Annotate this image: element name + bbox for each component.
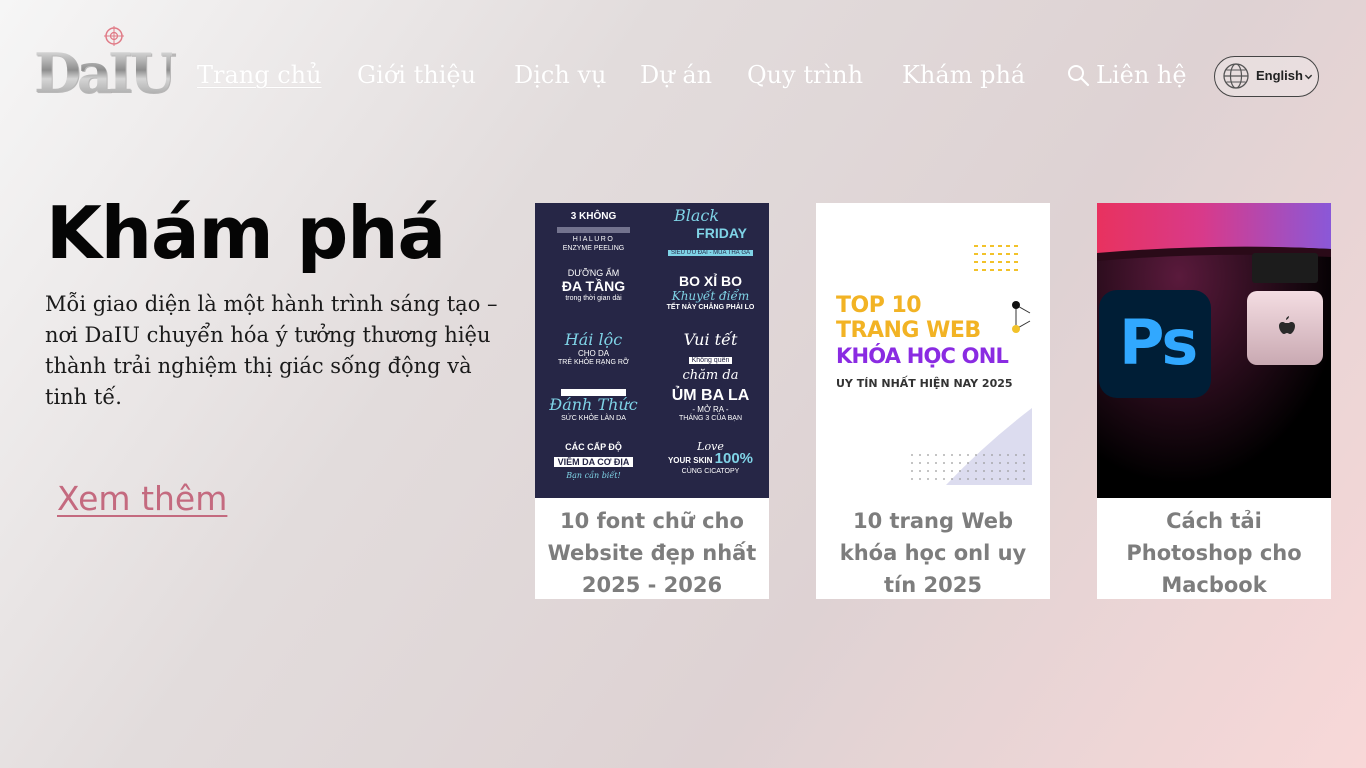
thumb-cell: CÁC CẤP ĐỘ VIÊM DA CƠ ĐỊA Bạn cần biết! [535,443,652,498]
wave-decoration [911,408,1032,485]
card-thumbnail-fonts: 3 KHÔNG HIALURO ENZYME PEELING DƯỠNG ẨM … [535,203,769,498]
thumb-text: TRẺ KHỎE RẠNG RỠ [558,359,629,366]
thumb-cell: Đánh Thức SỨC KHỎE LÀN DA [535,389,652,448]
thumb-cell: BO XỈ BO Khuyết điểm TẾT NÀY CHẲNG PHẢI … [652,273,769,332]
explore-card-courses[interactable]: TOP 10 TRANG WEB KHÓA HỌC ONL UY TÍN NHẤ… [816,203,1050,599]
card-caption: 10 trang Web khóa học onl uy tín 2025 [839,509,1027,597]
thumb-text: ĐA TẦNG [561,278,626,294]
chevron-down-icon [1304,74,1313,80]
thumb-text: FRIDAY [696,225,747,241]
thumb-text: chăm da [682,368,739,383]
nav-item-process[interactable]: Quy trình [747,58,863,92]
thumb-text: trong thời gian dài [565,295,622,302]
photoshop-app-icon: Ps [1099,290,1211,398]
nav-item-about[interactable]: Giới thiệu [357,58,476,92]
dots-decoration [974,245,1018,271]
explore-card-fonts[interactable]: 3 KHÔNG HIALURO ENZYME PEELING DƯỠNG ẨM … [535,203,769,599]
thumb-text: BO XỈ BO [678,273,742,289]
molecule-decoration [1012,301,1031,333]
thumb-cell: Black FRIDAY SIÊU ƯU ĐÃI - MUA THẢ GA [652,207,769,266]
see-more-link[interactable]: Xem thêm [57,478,227,520]
thumb-text: SỨC KHỎE LÀN DA [561,415,626,422]
thumb-text: - MỞ RA - [692,405,729,414]
thumb-cell: Hái lộc CHO DA TRẺ KHỎE RẠNG RỠ [535,331,652,390]
thumb-text: Vui tết [683,330,738,349]
card-caption: 10 font chữ cho Website đẹp nhất 2025 - … [547,509,757,597]
thumb-text: Bạn cần biết! [566,471,621,480]
thumb-text: 100% [714,450,754,467]
thumb-text: ỦM BA LA [671,387,750,404]
nav-item-projects[interactable]: Dự án [640,58,712,92]
nav-item-home[interactable]: Trang chủ [197,58,322,92]
nav-item-contact[interactable]: Liên hệ [1096,58,1187,92]
thumb-text: TRANG WEB [836,318,981,343]
thumb-text: Không quên [688,357,733,364]
thumb-text: CÁC CẤP ĐỘ [565,442,622,452]
thumb-text: CÙNG CICATOPY [681,468,740,475]
thumb-cell: 3 KHÔNG HIALURO ENZYME PEELING [535,209,652,268]
globe-icon [1223,63,1249,89]
thumb-text: TOP 10 [836,293,922,318]
language-selector[interactable]: English [1214,56,1319,97]
explore-card-photoshop[interactable]: Ps Cách tải Photoshop cho Macbook [1097,203,1331,599]
hero-description: Mỗi giao diện là một hành trình sáng tạo… [45,292,498,409]
thumb-text: TẾT NÀY CHẲNG PHẢI LO [666,304,755,311]
nav-item-services[interactable]: Dịch vụ [514,58,606,92]
thumb-text: KHÓA HỌC ONL [836,344,1009,368]
page-title: Khám phá [46,191,446,275]
thumb-cell: Love YOUR SKIN 100% CÙNG CICATOPY [652,441,769,498]
thumb-text: Black [674,206,720,225]
thumb-text: Hái lộc [564,330,623,349]
thumb-text: VIÊM DA CƠ ĐỊA [553,457,634,467]
thumb-text: HIALURO [572,236,615,243]
language-label: English [1256,68,1303,83]
thumb-text: THÁNG 3 CỦA BẠN [678,415,742,422]
search-icon[interactable] [1066,63,1090,87]
thumb-text: ENZYME PEELING [562,245,625,252]
thumb-text: Khuyết điểm [671,289,750,303]
brand-logo[interactable]: DaIU DaIU [34,26,177,103]
thumb-cell: DƯỠNG ẨM ĐA TẦNG trong thời gian dài [535,269,652,328]
thumb-text: CHO DA [577,349,610,358]
thumb-text: 3 KHÔNG [570,211,617,222]
thumb-text: Đánh Thức [549,395,638,414]
thumb-text: DƯỠNG ẨM [567,268,620,278]
card-thumbnail-photoshop: Ps [1097,203,1331,498]
nav-item-explore[interactable]: Khám phá [902,58,1025,92]
thumb-text: SIÊU ƯU ĐÃI - MUA THẢ GA [667,250,754,256]
thumb-cell: Vui tết Không quên chăm da [652,331,769,390]
thumb-text: UY TÍN NHẤT HIỆN NAY 2025 [836,377,1013,390]
photoshop-label: Ps [1119,306,1198,379]
thumb-cell: ỦM BA LA - MỞ RA - THÁNG 3 CỦA BẠN [652,387,769,446]
card-caption: Cách tải Photoshop cho Macbook [1126,509,1302,597]
thumb-text: YOUR SKIN [667,456,713,465]
logo-text: DaIU [34,41,176,105]
card-thumbnail-courses: TOP 10 TRANG WEB KHÓA HỌC ONL UY TÍN NHẤ… [816,203,1050,498]
